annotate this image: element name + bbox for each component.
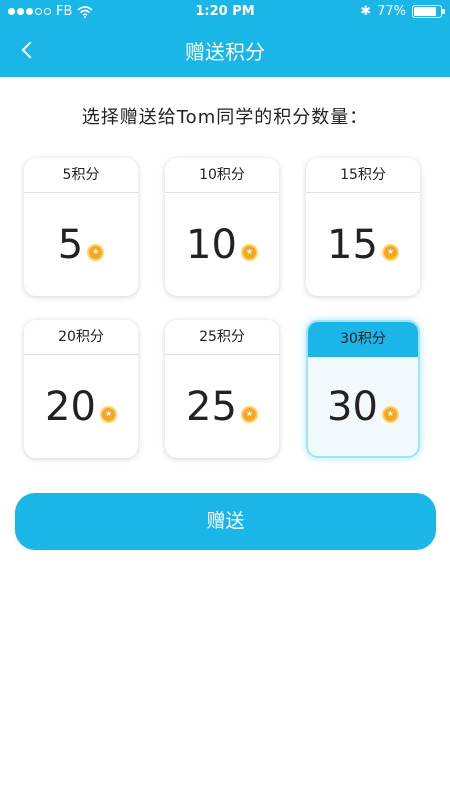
points-option-25[interactable]: 25积分 25 ★ xyxy=(165,320,279,458)
option-label: 20积分 xyxy=(24,320,138,355)
option-body: 20 ★ xyxy=(24,356,138,458)
coin-star-icon: ★ xyxy=(240,405,258,423)
points-option-30[interactable]: 30积分 30 ★ xyxy=(306,320,420,458)
option-value: 25 xyxy=(186,384,237,430)
option-label: 10积分 xyxy=(165,158,279,193)
points-option-20[interactable]: 20积分 20 ★ xyxy=(24,320,138,458)
status-bar: FB 1:20 PM ✱ 77% xyxy=(0,0,450,24)
page-title: 赠送积分 xyxy=(185,40,265,64)
app-header: FB 1:20 PM ✱ 77% 赠送积分 xyxy=(0,0,450,77)
coin-star-icon: ★ xyxy=(381,405,399,423)
coin-star-icon: ★ xyxy=(240,243,258,261)
coin-star-icon: ★ xyxy=(99,405,117,423)
option-label: 30积分 xyxy=(308,322,418,357)
points-option-10[interactable]: 10积分 10 ★ xyxy=(165,158,279,296)
battery-percent: 77% xyxy=(377,4,406,19)
option-label: 25积分 xyxy=(165,320,279,355)
give-points-button[interactable]: 赠送 xyxy=(15,493,436,550)
option-value: 5 xyxy=(57,222,84,268)
option-body: 25 ★ xyxy=(165,356,279,458)
option-body: 5 ★ xyxy=(24,194,138,296)
option-body: 30 ★ xyxy=(308,358,418,456)
option-value: 30 xyxy=(327,384,378,430)
option-body: 10 ★ xyxy=(165,194,279,296)
option-body: 15 ★ xyxy=(306,194,420,296)
coin-star-icon: ★ xyxy=(381,243,399,261)
battery-icon xyxy=(412,5,445,18)
status-right: ✱ 77% xyxy=(360,4,445,19)
option-label: 15积分 xyxy=(306,158,420,193)
points-option-15[interactable]: 15积分 15 ★ xyxy=(306,158,420,296)
points-option-5[interactable]: 5积分 5 ★ xyxy=(24,158,138,296)
option-value: 10 xyxy=(186,222,237,268)
coin-star-icon: ★ xyxy=(87,243,105,261)
instruction-text: 选择赠送给Tom同学的积分数量： xyxy=(81,107,369,128)
option-label: 5积分 xyxy=(24,158,138,193)
option-value: 15 xyxy=(327,222,378,268)
bluetooth-icon: ✱ xyxy=(360,4,372,19)
option-value: 20 xyxy=(45,384,96,430)
